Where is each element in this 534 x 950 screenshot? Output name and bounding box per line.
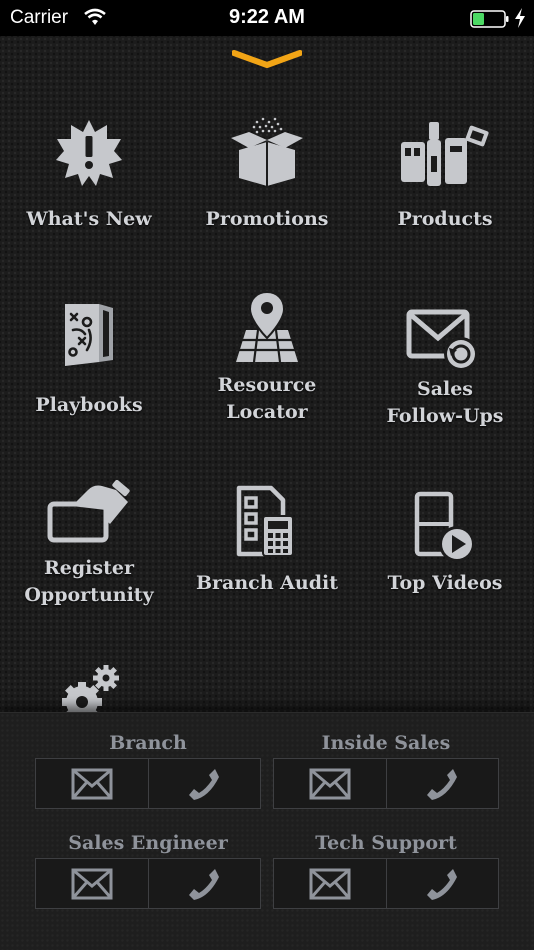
menu-item-label: Resource Locator — [217, 374, 317, 423]
contact-actions — [35, 758, 261, 809]
call-sales-engineer-button[interactable] — [147, 859, 261, 908]
email-sales-engineer-button[interactable] — [36, 859, 148, 908]
email-icon — [309, 868, 351, 899]
contact-actions — [35, 858, 261, 909]
menu-item-branch-audit[interactable]: Branch Audit — [178, 466, 356, 642]
menu-item-label: Products — [397, 208, 493, 230]
contact-label: Inside Sales — [321, 732, 451, 754]
menu-item-label: Sales Follow-Ups — [386, 378, 504, 427]
email-branch-button[interactable] — [36, 759, 148, 808]
menu-item-resource-locator[interactable]: Resource Locator — [178, 286, 356, 462]
menu-item-register-opportunity[interactable]: Register Opportunity — [0, 466, 178, 642]
contact-label: Branch — [109, 732, 187, 754]
email-tech-support-button[interactable] — [274, 859, 386, 908]
menu-item-label: What's New — [26, 208, 152, 230]
menu-item-label: Branch Audit — [195, 572, 339, 594]
email-icon — [71, 768, 113, 799]
charging-bolt-icon — [514, 8, 526, 33]
phone-icon — [427, 868, 458, 900]
gears-icon — [0, 662, 178, 712]
menu-item-settings[interactable] — [0, 646, 178, 712]
menu-item-label: Top Videos — [387, 572, 503, 594]
map-pin-icon — [178, 290, 356, 364]
contact-label: Tech Support — [315, 832, 457, 854]
status-bar: Carrier 9:22 AM — [0, 0, 534, 36]
menu-item-playbooks[interactable]: Playbooks — [0, 286, 178, 462]
phone-icon — [189, 768, 220, 800]
contact-inside-sales: Inside Sales — [273, 728, 499, 809]
menu-item-label: Promotions — [205, 208, 329, 230]
status-time: 9:22 AM — [229, 6, 305, 28]
menu-item-top-videos[interactable]: Top Videos — [356, 466, 534, 642]
email-inside-sales-button[interactable] — [274, 759, 386, 808]
call-branch-button[interactable] — [147, 759, 261, 808]
video-play-icon — [356, 490, 534, 564]
contact-actions — [273, 758, 499, 809]
menu-item-whats-new[interactable]: What's New — [0, 110, 178, 286]
contact-actions — [273, 858, 499, 909]
collapse-chevron-icon[interactable] — [231, 50, 303, 76]
app-screen: Carrier 9:22 AM What's New Promotions Pr… — [0, 0, 534, 950]
products-icon — [356, 120, 534, 188]
contact-branch: Branch — [35, 728, 261, 809]
contacts-panel: Branch Inside Sales Sales Engineer Tech … — [0, 712, 534, 950]
contact-sales-engineer: Sales Engineer — [35, 828, 261, 909]
menu-item-products[interactable]: Products — [356, 110, 534, 286]
playbook-icon — [0, 300, 178, 370]
card-hand-icon — [0, 480, 178, 544]
alert-burst-icon — [0, 118, 178, 188]
contact-tech-support: Tech Support — [273, 828, 499, 909]
menu-item-label: Register Opportunity — [24, 557, 154, 606]
email-icon — [71, 868, 113, 899]
checklist-calculator-icon — [178, 484, 356, 558]
battery-icon — [470, 10, 510, 33]
menu-item-label: Playbooks — [35, 394, 143, 416]
phone-icon — [189, 868, 220, 900]
phone-icon — [427, 768, 458, 800]
open-box-icon — [178, 116, 356, 188]
menu-item-sales-follow-ups[interactable]: Sales Follow-Ups — [356, 286, 534, 462]
call-tech-support-button[interactable] — [385, 859, 499, 908]
email-icon — [309, 768, 351, 799]
mail-followup-icon — [356, 308, 534, 374]
contact-label: Sales Engineer — [68, 832, 228, 854]
menu-item-promotions[interactable]: Promotions — [178, 110, 356, 286]
call-inside-sales-button[interactable] — [385, 759, 499, 808]
